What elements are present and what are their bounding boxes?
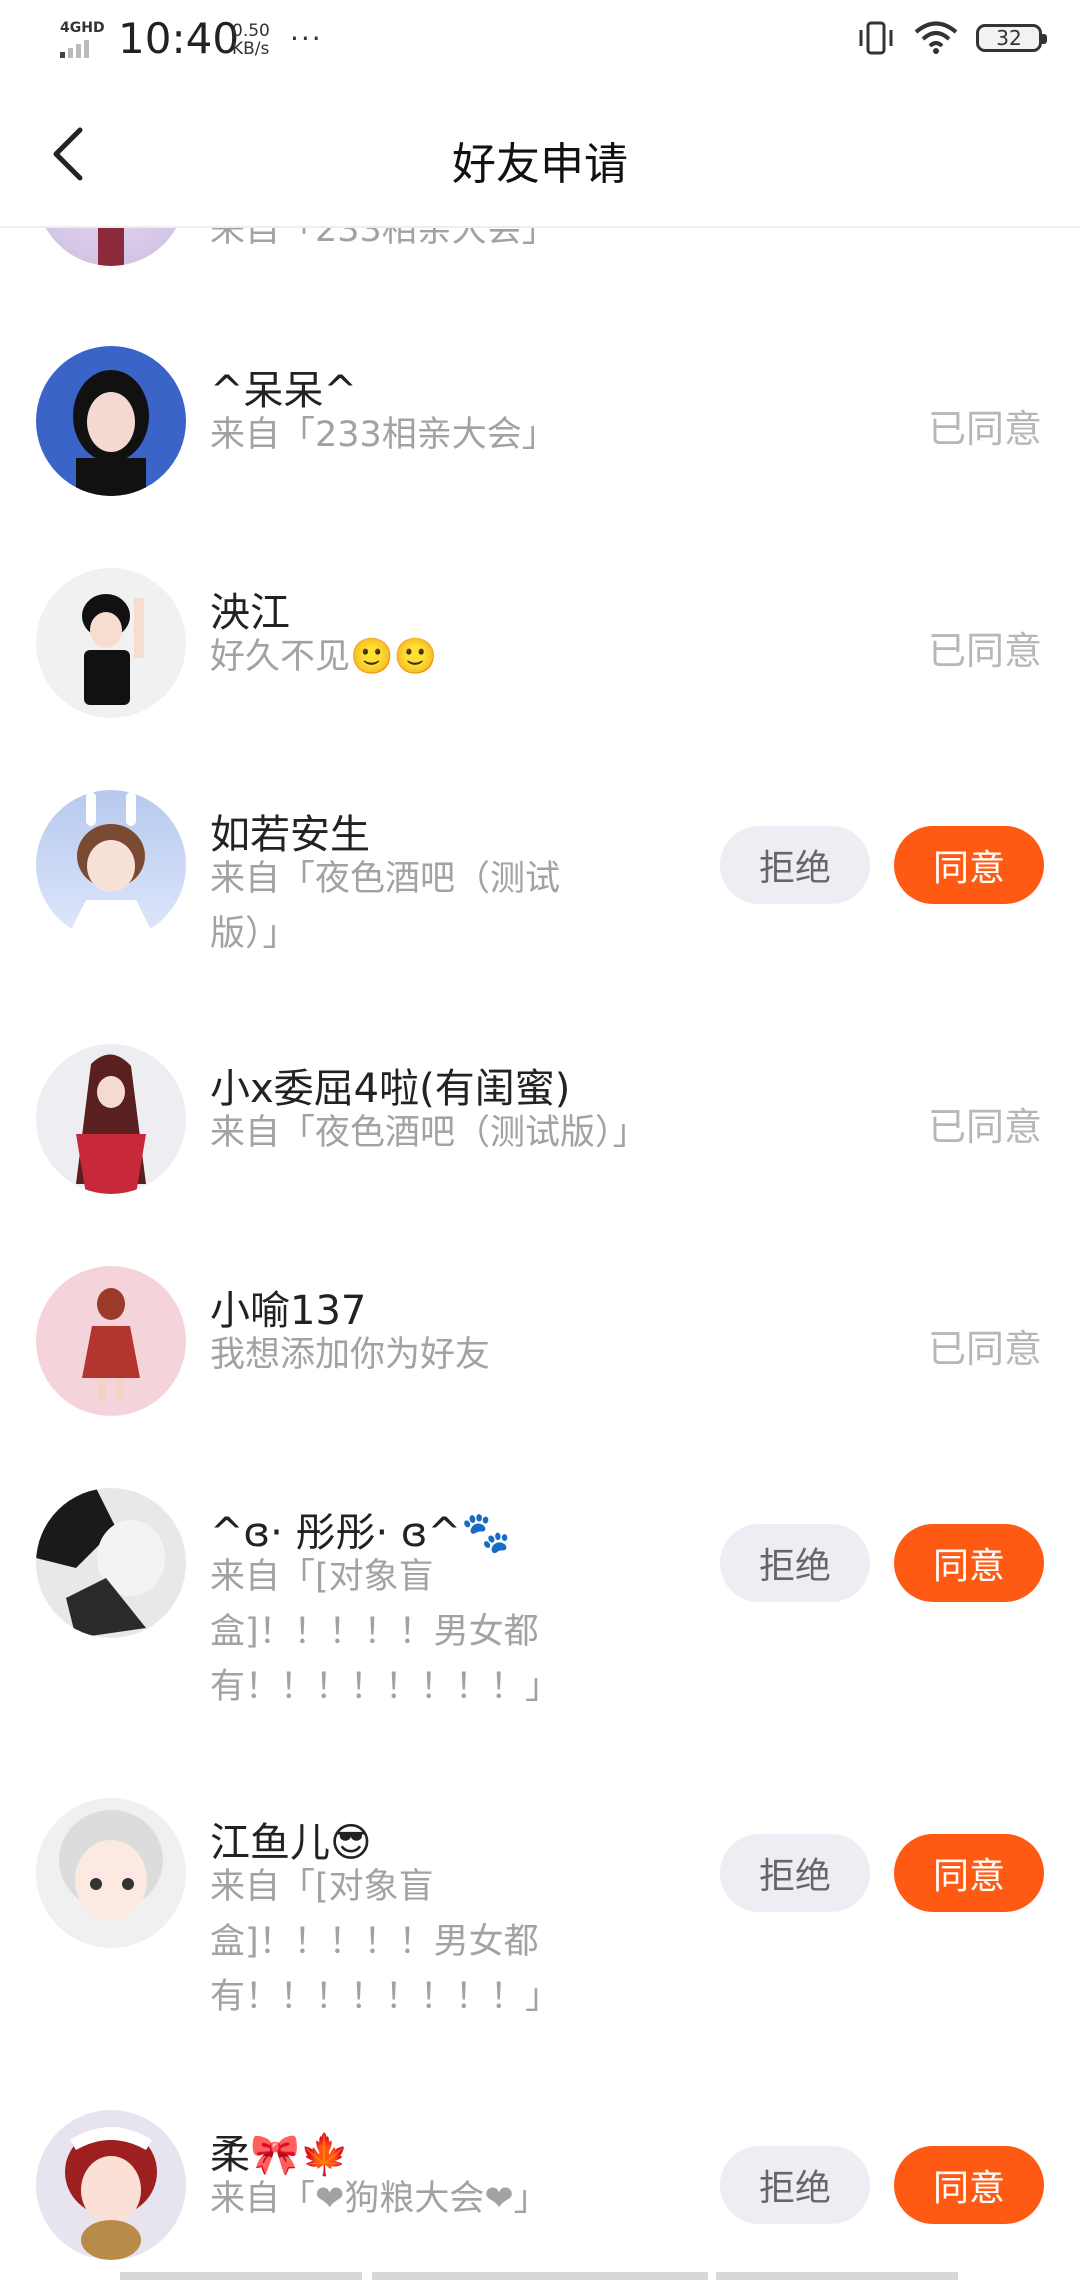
bottom-divider	[120, 2272, 362, 2280]
request-source-line: 盒]！！！！！男女都	[210, 1612, 539, 1652]
list-item[interactable]: ^呆呆^ 来自「233相亲大会」 已同意	[0, 346, 1080, 556]
speed-value: 0.50	[232, 21, 270, 41]
battery-icon: 32	[976, 24, 1047, 52]
agreed-status: 已同意	[927, 629, 1042, 673]
status-icons: 32	[856, 20, 1047, 56]
list-item[interactable]: 如若安生 来自「夜色酒吧（测试 版）」 拒绝 同意	[0, 790, 1080, 1030]
page-title: 好友申请	[452, 139, 628, 190]
bottom-divider	[716, 2272, 958, 2280]
avatar	[36, 1266, 186, 1416]
reject-button[interactable]: 拒绝	[720, 2146, 870, 2224]
request-source-line: 有！！！！！！！！」	[210, 1667, 561, 1707]
list-item[interactable]: 小喻137 我想添加你为好友 已同意	[0, 1266, 1080, 1476]
list-item[interactable]: 江鱼儿😎 来自「[对象盲 盒]！！！！！男女都 有！！！！！！！！」 拒绝 同意	[0, 1798, 1080, 2098]
reject-button[interactable]: 拒绝	[720, 1834, 870, 1912]
bottom-divider	[372, 2272, 708, 2280]
request-source-line: 来自「[对象盲	[210, 1867, 434, 1907]
network-indicator: 4GHD	[58, 20, 106, 60]
battery-level: 32	[996, 26, 1022, 50]
request-source-line: 有！！！！！！！！」	[210, 1977, 561, 2017]
more-notifications-icon: ···	[290, 22, 323, 55]
accept-button[interactable]: 同意	[894, 826, 1044, 904]
signal-icon	[60, 40, 89, 58]
avatar	[36, 1798, 186, 1948]
request-source: 来自「❤狗粮大会❤」	[210, 2179, 549, 2219]
request-source: 来自「233相亲大会」	[210, 226, 557, 250]
request-source: 来自「[对象盲 盒]！！！！！男女都 有！！！！！！！！」	[210, 1550, 560, 1715]
friend-request-list[interactable]: 来自「233相亲大会」 ^呆呆^ 来自「233相亲大会」 已同意 泱江 好久不见…	[0, 226, 1080, 2280]
network-type: 4GHD	[60, 20, 105, 36]
list-item[interactable]: 小x委屈4啦(有闺蜜) 来自「夜色酒吧（测试版）」 已同意	[0, 1044, 1080, 1254]
nav-header: 好友申请	[0, 84, 1080, 228]
network-speed: 0.50 KB/s	[232, 22, 270, 58]
request-source: 来自「[对象盲 盒]！！！！！男女都 有！！！！！！！！」	[210, 1860, 560, 2025]
request-source: 来自「夜色酒吧（测试版）」	[210, 1113, 648, 1153]
request-source-line: 盒]！！！！！男女都	[210, 1922, 539, 1962]
list-item[interactable]: 泱江 好久不见🙂🙂 已同意	[0, 568, 1080, 778]
request-source-line: 来自「夜色酒吧（测试	[210, 859, 561, 899]
request-message: 我想添加你为好友	[210, 1335, 491, 1375]
request-message: 好久不见🙂🙂	[210, 637, 438, 677]
reject-button[interactable]: 拒绝	[720, 1524, 870, 1602]
request-source: 来自「夜色酒吧（测试 版）」	[210, 852, 560, 962]
avatar	[36, 346, 186, 496]
accept-button[interactable]: 同意	[894, 1524, 1044, 1602]
request-source: 来自「233相亲大会」	[210, 415, 557, 455]
agreed-status: 已同意	[927, 407, 1042, 451]
avatar	[36, 1044, 186, 1194]
vibrate-icon	[859, 21, 893, 55]
accept-button[interactable]: 同意	[894, 1834, 1044, 1912]
accept-button[interactable]: 同意	[894, 2146, 1044, 2224]
status-bar: 4GHD 10:40 0.50 KB/s ··· 32	[0, 0, 1080, 84]
request-source-line: 来自「[对象盲	[210, 1557, 434, 1597]
speed-unit: KB/s	[232, 39, 270, 59]
avatar	[36, 790, 186, 940]
list-item[interactable]: 来自「233相亲大会」	[0, 226, 1080, 356]
avatar	[36, 226, 186, 266]
wifi-icon	[914, 21, 958, 54]
agreed-status: 已同意	[927, 1327, 1042, 1371]
avatar	[36, 568, 186, 718]
list-item[interactable]: ^ɞ· 彤彤· ɞ^🐾 来自「[对象盲 盒]！！！！！男女都 有！！！！！！！！…	[0, 1488, 1080, 1788]
list-item[interactable]: 柔🎀🍁 来自「❤狗粮大会❤」 拒绝 同意	[0, 2110, 1080, 2280]
agreed-status: 已同意	[927, 1105, 1042, 1149]
request-source-line: 版）」	[210, 914, 298, 954]
reject-button[interactable]: 拒绝	[720, 826, 870, 904]
avatar	[36, 1488, 186, 1638]
avatar	[36, 2110, 186, 2260]
clock: 10:40	[118, 14, 240, 63]
